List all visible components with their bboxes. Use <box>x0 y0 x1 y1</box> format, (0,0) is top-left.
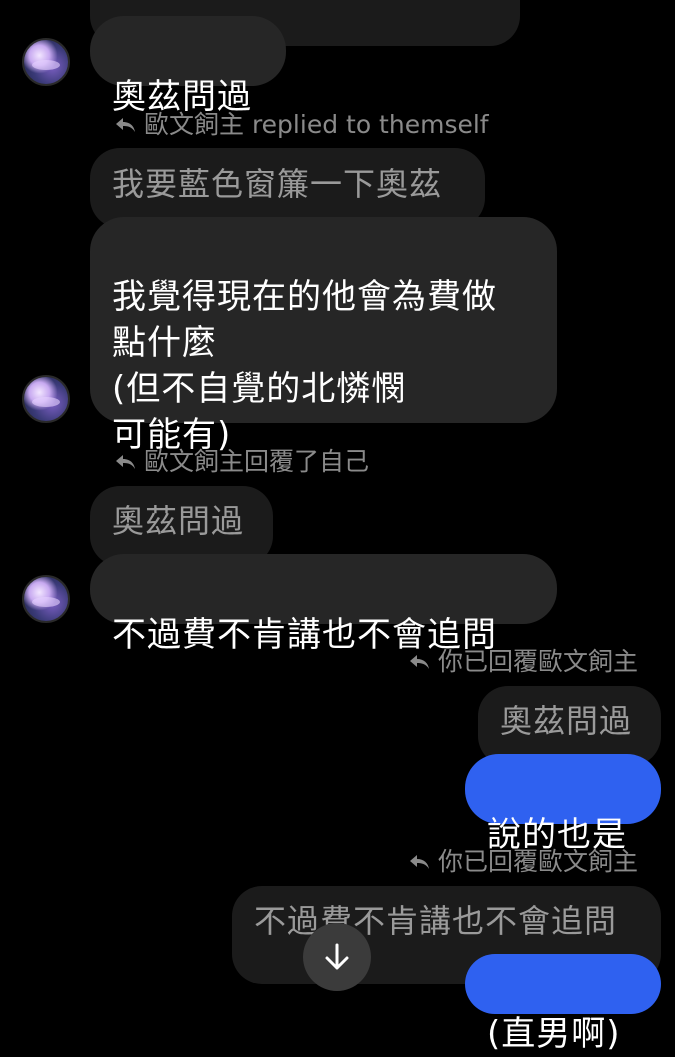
reply-arrow-icon <box>409 855 429 869</box>
reply-indicator: 歐文飼主 replied to themself <box>114 110 489 140</box>
quoted-message[interactable]: 我要藍色窗簾一下奧茲 <box>90 148 485 228</box>
message-bubble[interactable]: 奧茲問過 <box>90 16 286 117</box>
reply-arrow-icon <box>116 118 135 132</box>
reply-arrow-icon <box>116 455 135 469</box>
reply-indicator: 歐文飼主回覆了自己 <box>114 447 369 477</box>
message-bubble[interactable]: (直男啊) <box>465 954 661 1054</box>
message-text: 我覺得現在的他會為費做 點什麼 (但不自覺的北憐憫 可能有) <box>112 277 497 455</box>
quoted-text: 奧茲問過 <box>500 702 633 740</box>
quoted-text: 我要藍色窗簾一下奧茲 <box>112 165 443 203</box>
message-bubble[interactable]: 我覺得現在的他會為費做 點什麼 (但不自覺的北憐憫 可能有) <box>90 217 557 455</box>
arrow-down-icon <box>325 943 349 970</box>
reply-indicator: 你已回覆歐文飼主 <box>408 647 638 677</box>
reply-note-text: 歐文飼主回覆了自己 <box>144 447 370 476</box>
avatar[interactable] <box>22 38 70 86</box>
scroll-to-bottom-button[interactable] <box>303 923 371 991</box>
reply-note-text: 你已回覆歐文飼主 <box>437 647 638 676</box>
quoted-text: 不過費不肯講也不會追問 <box>254 902 618 940</box>
message-bubble[interactable]: 不過費不肯講也不會追問 <box>90 554 557 655</box>
reply-note-text: 歐文飼主 replied to themself <box>144 110 489 139</box>
reply-indicator: 你已回覆歐文飼主 <box>408 847 638 877</box>
avatar[interactable] <box>22 575 70 623</box>
message-bubble[interactable]: 說的也是 <box>465 754 661 855</box>
reply-note-text: 你已回覆歐文飼主 <box>437 847 638 876</box>
reply-arrow-icon <box>409 655 429 669</box>
quoted-text: 奧茲問過 <box>112 502 245 540</box>
message-text: (直男啊) <box>487 1014 621 1054</box>
avatar[interactable] <box>22 375 70 423</box>
